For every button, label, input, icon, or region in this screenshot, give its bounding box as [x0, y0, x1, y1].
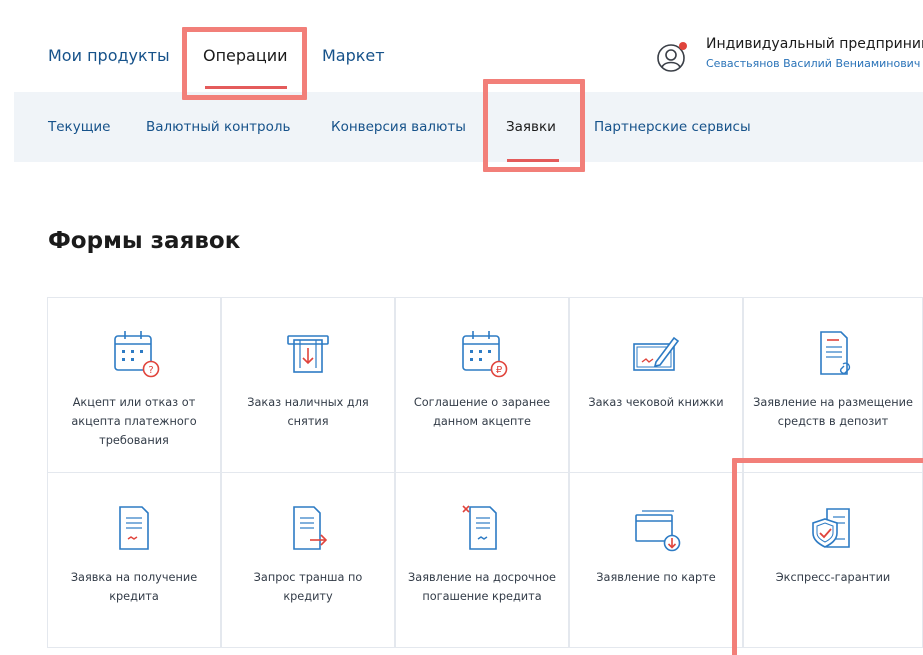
card-label: Заявка на получение кредита [70, 571, 198, 603]
card-label: Соглашение о заранее данном акцепте [413, 396, 551, 428]
card-card-statement[interactable]: Заявление по карте [569, 472, 743, 648]
card-prior-acceptance[interactable]: ₽ Соглашение о заранее данном акцепте [395, 297, 569, 473]
calendar-question-icon: ? [114, 331, 160, 378]
card-download-icon [635, 510, 681, 552]
user-avatar-icon [657, 42, 687, 72]
tab-operations[interactable]: Операции [203, 46, 288, 65]
tab-market[interactable]: Маркет [322, 46, 385, 65]
card-acceptance-refusal[interactable]: ? Акцепт или отказ от акцепта платежного… [47, 297, 221, 473]
subtab-partner-services[interactable]: Партнерские сервисы [594, 119, 751, 135]
shield-document-icon [812, 508, 850, 548]
document-arrow-icon [293, 506, 328, 550]
card-label: Запрос транша по кредиту [253, 571, 363, 603]
atm-cash-icon [287, 335, 329, 373]
subtab-currency-conversion[interactable]: Конверсия валюты [331, 119, 466, 135]
svg-text:₽: ₽ [496, 365, 503, 376]
card-label: Экспресс-гарантии [775, 571, 891, 584]
card-deposit-placement[interactable]: Заявление на размещение средств в депози… [743, 297, 923, 473]
card-early-repayment[interactable]: Заявление на досрочное погашение кредита [395, 472, 569, 648]
user-profile[interactable]: Индивидуальный предпринимат Севастьянов … [656, 36, 923, 76]
card-express-guarantee[interactable]: Экспресс-гарантии [743, 472, 923, 648]
sub-navigation: Текущие Валютный контроль Конверсия валю… [14, 92, 923, 162]
user-name: Севастьянов Василий Вениаминович [706, 57, 921, 70]
card-label: Заявление на досрочное погашение кредита [408, 571, 556, 603]
calendar-ruble-icon: ₽ [462, 331, 508, 378]
svg-text:?: ? [148, 365, 153, 376]
card-label: Заявление по карте [596, 571, 716, 584]
card-cash-order[interactable]: Заказ наличных для снятия [221, 297, 395, 473]
organization-name: Индивидуальный предпринимат [706, 36, 923, 52]
card-loan-tranche[interactable]: Запрос транша по кредиту [221, 472, 395, 648]
card-label: Заказ чековой книжки [588, 396, 724, 409]
top-navigation: Мои продукты Операции Маркет Индивидуаль… [0, 0, 923, 92]
card-checkbook-order[interactable]: Заказ чековой книжки [569, 297, 743, 473]
subtab-current[interactable]: Текущие [48, 119, 111, 135]
checkbook-pen-icon [633, 336, 680, 371]
card-loan-application[interactable]: Заявка на получение кредита [47, 472, 221, 648]
page-title: Формы заявок [48, 228, 241, 254]
document-clip-icon [820, 331, 851, 375]
document-cross-icon [462, 505, 497, 550]
tab-my-products[interactable]: Мои продукты [48, 46, 170, 65]
card-label: Заявление на размещение средств в депози… [753, 396, 913, 428]
active-tab-indicator [205, 86, 287, 89]
active-subtab-indicator [507, 159, 559, 162]
document-signature-icon [119, 506, 149, 550]
card-label: Акцепт или отказ от акцепта платежного т… [71, 396, 197, 447]
subtab-currency-control[interactable]: Валютный контроль [146, 119, 290, 135]
subtab-requests[interactable]: Заявки [506, 119, 556, 135]
card-label: Заказ наличных для снятия [247, 396, 369, 428]
